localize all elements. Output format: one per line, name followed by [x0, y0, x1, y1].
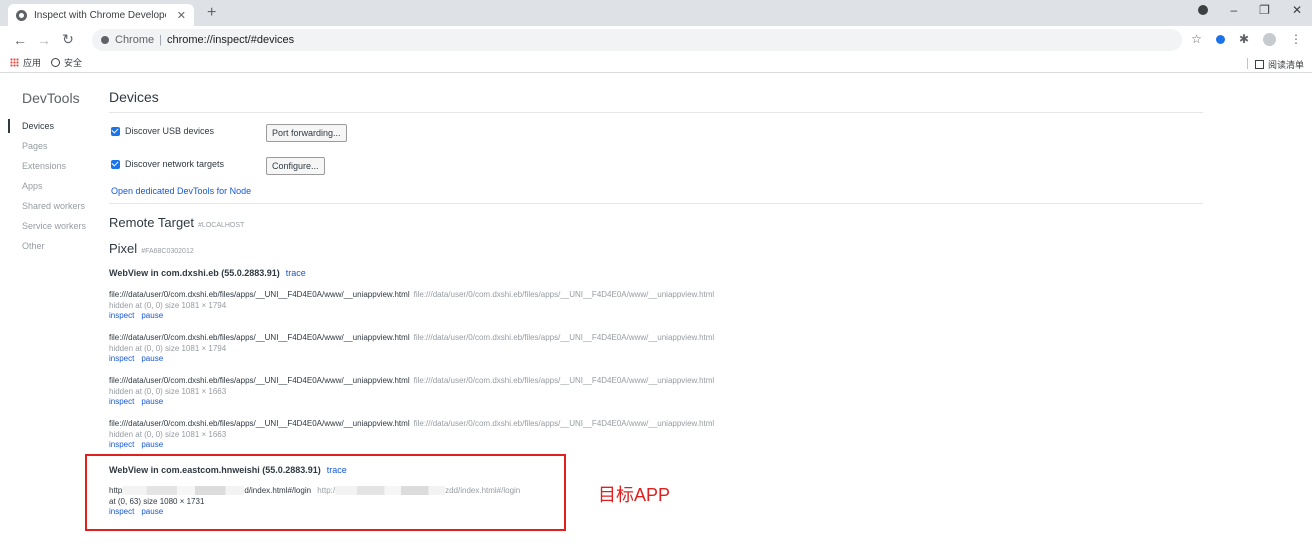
forward-icon[interactable]: → [34, 32, 54, 48]
pause-link[interactable]: pause [141, 311, 163, 320]
pause-link[interactable]: pause [141, 354, 163, 363]
reading-list-button[interactable]: 阅读清单 [1246, 58, 1304, 71]
page-url-secondary: file:///data/user/0/com.dxshi.eb/files/a… [413, 333, 715, 342]
device-heading: Pixel #FA68C0302012 [109, 241, 194, 256]
webview-title: WebView in com.dxshi.eb (55.0.2883.91) [109, 268, 280, 278]
sidebar-item-other[interactable]: Other [0, 236, 95, 256]
configure-button[interactable]: Configure... [266, 157, 325, 175]
sidebar-item-pages[interactable]: Pages [0, 136, 95, 156]
pause-link[interactable]: pause [141, 397, 163, 406]
inspect-link[interactable]: inspect [109, 311, 134, 320]
page-url: file:///data/user/0/com.dxshi.eb/files/a… [109, 376, 410, 385]
list-item: file:///data/user/0/com.dxshi.eb/files/a… [109, 333, 714, 365]
profile-icon[interactable] [1263, 32, 1276, 46]
port-forwarding-button[interactable]: Port forwarding... [266, 124, 347, 142]
divider [109, 203, 1203, 204]
globe-icon [51, 58, 61, 67]
discover-network-label: Discover network targets [125, 159, 225, 169]
toolbar-actions: ☆ ✱ ⋮ [1191, 32, 1302, 46]
discover-network-option[interactable]: Discover network targets [111, 159, 224, 169]
remote-target-host: #LOCALHOST [198, 222, 245, 229]
bookmark-apps-label: 应用 [23, 58, 42, 68]
new-tab-button[interactable]: + [207, 4, 216, 22]
tab-strip: Inspect with Chrome Developer Tools ✕ + … [0, 0, 1312, 26]
site-info-icon[interactable] [101, 35, 109, 44]
list-item: file:///data/user/0/com.dxshi.eb/files/a… [109, 290, 714, 322]
inspect-link[interactable]: inspect [109, 354, 134, 363]
page-meta: hidden at (0, 0) size 1081 × 1663 [109, 429, 227, 439]
node-devtools-link[interactable]: Open dedicated DevTools for Node [111, 186, 251, 196]
page-url: file:///data/user/0/com.dxshi.eb/files/a… [109, 290, 410, 299]
discover-usb-checkbox[interactable] [111, 126, 120, 136]
sidebar-item-extensions[interactable]: Extensions [0, 156, 95, 176]
target-app-label: 目标APP [598, 485, 671, 505]
bookmark-security-label: 安全 [64, 58, 83, 68]
device-serial: #FA68C0302012 [141, 248, 194, 255]
reload-icon[interactable]: ↻ [58, 31, 78, 48]
page-meta: hidden at (0, 0) size 1081 × 1663 [109, 386, 227, 396]
chrome-favicon-icon [16, 9, 27, 21]
profile-dot-icon[interactable] [1198, 5, 1209, 15]
page-url: file:///data/user/0/com.dxshi.eb/files/a… [109, 419, 410, 428]
omnibox-separator: | [159, 33, 162, 46]
restore-icon[interactable]: ❐ [1259, 3, 1270, 17]
minimize-icon[interactable]: – [1230, 3, 1237, 17]
remote-target-title: Remote Target [109, 215, 195, 230]
close-tab-icon[interactable]: ✕ [177, 9, 186, 22]
inspect-link[interactable]: inspect [109, 440, 134, 449]
discover-usb-option[interactable]: Discover USB devices [111, 126, 214, 136]
close-window-icon[interactable]: ✕ [1292, 3, 1302, 17]
extension-icon[interactable] [1215, 34, 1225, 44]
omnibox-url[interactable]: chrome://inspect/#devices [167, 34, 294, 46]
device-name: Pixel [109, 241, 138, 256]
browser-tab[interactable]: Inspect with Chrome Developer Tools ✕ [8, 4, 194, 26]
back-icon[interactable]: ← [10, 32, 30, 48]
page-meta: hidden at (0, 0) size 1081 × 1794 [109, 343, 227, 353]
page-url-secondary: file:///data/user/0/com.dxshi.eb/files/a… [413, 419, 715, 428]
address-bar[interactable]: Chrome | chrome://inspect/#devices [92, 28, 1182, 51]
bookmark-apps[interactable]: 应用 [10, 56, 41, 69]
page-url-secondary: file:///data/user/0/com.dxshi.eb/files/a… [413, 376, 715, 385]
reading-list-icon [1254, 60, 1264, 69]
browser-toolbar: ← → ↻ Chrome | chrome://inspect/#devices [0, 26, 1312, 53]
sidebar-item-service-workers[interactable]: Service workers [0, 216, 95, 236]
omnibox-site: Chrome [115, 33, 155, 46]
target-highlight-box [85, 454, 566, 531]
page-url: file:///data/user/0/com.dxshi.eb/files/a… [109, 333, 410, 342]
webview-heading: WebView in com.dxshi.eb (55.0.2883.91) tr… [109, 268, 306, 278]
window-controls: – ❐ ✕ [1198, 3, 1302, 17]
page-url-secondary: file:///data/user/0/com.dxshi.eb/files/a… [413, 290, 715, 299]
pause-link[interactable]: pause [141, 440, 163, 449]
bookmarks-bar: 应用 安全 [0, 53, 1312, 73]
discover-network-checkbox[interactable] [111, 159, 120, 169]
remote-target-heading: Remote Target #LOCALHOST [109, 215, 244, 230]
list-item: file:///data/user/0/com.dxshi.eb/files/a… [109, 376, 714, 408]
page-meta: hidden at (0, 0) size 1081 × 1794 [109, 300, 227, 310]
trace-link[interactable]: trace [286, 268, 306, 278]
page-title: Devices [109, 89, 159, 105]
star-icon[interactable]: ☆ [1191, 32, 1202, 46]
reading-list-label: 阅读清单 [1267, 60, 1304, 70]
apps-grid-icon [10, 58, 19, 67]
sidebar-title: DevTools [22, 90, 80, 106]
tab-title: Inspect with Chrome Developer Tools [34, 9, 166, 21]
inspect-link[interactable]: inspect [109, 397, 134, 406]
divider [109, 112, 1203, 113]
puzzle-icon[interactable]: ✱ [1239, 32, 1249, 46]
discover-usb-label: Discover USB devices [125, 126, 215, 136]
list-item: file:///data/user/0/com.dxshi.eb/files/a… [109, 419, 714, 451]
sidebar-item-apps[interactable]: Apps [0, 176, 95, 196]
bookmark-security[interactable]: 安全 [51, 56, 82, 69]
menu-icon[interactable]: ⋮ [1290, 32, 1302, 46]
sidebar-item-devices[interactable]: Devices [0, 116, 95, 136]
sidebar-item-shared-workers[interactable]: Shared workers [0, 196, 95, 216]
